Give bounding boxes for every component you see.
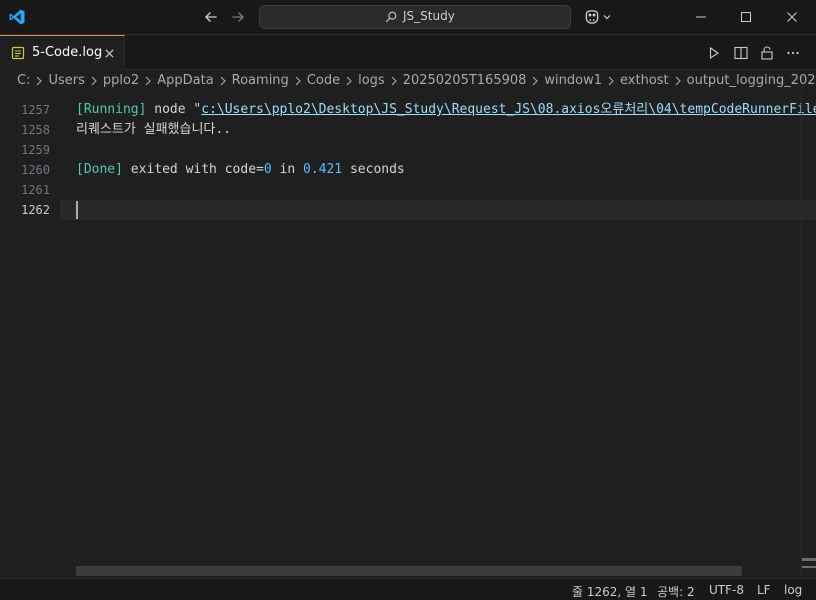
breadcrumb-item[interactable]: C: [17, 73, 30, 88]
bracket: ] [115, 162, 123, 177]
tab-5-code-log[interactable]: 5-Code.log [0, 35, 125, 70]
editor-area[interactable]: 1257 1258 1259 1260 1261 1262 [Running] … [0, 92, 816, 578]
chevron-right-icon [217, 75, 229, 87]
running-keyword: Running [83, 102, 139, 117]
chevron-right-icon [142, 75, 154, 87]
code-line-done: [Done] exited with code=0 in 0.421 secon… [76, 160, 405, 180]
breadcrumb: C: Users pplo2 AppData Roaming Code logs 202502… [0, 70, 816, 92]
chevron-right-icon [88, 75, 100, 87]
status-bar: 줄 1262, 열 1 공백: 2 UTF-8 LF log [0, 578, 816, 600]
breadcrumb-item[interactable]: window1 [544, 73, 602, 88]
maximize-icon[interactable] [738, 9, 754, 25]
bracket: [ [76, 162, 84, 177]
breadcrumb-item[interactable]: Users [48, 73, 84, 88]
node-command: node " [146, 102, 202, 117]
line-number: 1259 [21, 143, 50, 157]
line-number: 1258 [21, 123, 50, 137]
current-line-highlight [60, 200, 816, 220]
lock-icon[interactable] [759, 45, 775, 61]
close-window-icon[interactable] [784, 9, 800, 25]
chevron-right-icon [343, 75, 355, 87]
breadcrumb-item[interactable]: pplo2 [103, 73, 139, 88]
scrollbar-track[interactable] [801, 92, 802, 578]
end-of-line[interactable]: LF [757, 583, 771, 597]
breadcrumb-item[interactable]: 20250205T165908 [403, 73, 527, 88]
encoding[interactable]: UTF-8 [709, 583, 744, 597]
text-cursor [76, 201, 78, 219]
tab-bar: 5-Code.log [0, 35, 816, 70]
chevron-right-icon [292, 75, 304, 87]
bracket: [ [76, 102, 84, 117]
minimize-icon[interactable] [693, 9, 709, 25]
search-icon [384, 10, 398, 24]
line-number: 1257 [21, 103, 50, 117]
breadcrumb-item[interactable]: output_logging_20250205T165913 [687, 73, 816, 88]
line-number: 1261 [21, 183, 50, 197]
title-bar: JS_Study [0, 0, 816, 35]
chevron-right-icon [672, 75, 684, 87]
line-number: 1260 [21, 163, 50, 177]
code-line-running: [Running] node "c:\Users\pplo2\Desktop\J… [76, 100, 816, 120]
log-file-icon [11, 46, 25, 60]
seconds-label: seconds [342, 162, 405, 177]
chevron-right-icon [33, 75, 45, 87]
done-keyword: Done [83, 162, 116, 177]
breadcrumb-item[interactable]: exthost [620, 73, 669, 88]
scrollbar-marker [802, 566, 816, 568]
tab-label: 5-Code.log [32, 45, 103, 60]
split-editor-icon[interactable] [733, 45, 749, 61]
back-arrow-icon[interactable] [202, 8, 220, 26]
breadcrumb-item[interactable]: AppData [157, 73, 213, 88]
exited-text: exited with code= [122, 162, 264, 177]
copilot-icon[interactable] [583, 8, 601, 26]
language-mode[interactable]: log [784, 583, 802, 597]
breadcrumb-item[interactable]: Code [307, 73, 340, 88]
indentation[interactable]: 공백: 2 [657, 583, 695, 600]
vscode-logo-icon [8, 8, 26, 26]
chevron-right-icon [388, 75, 400, 87]
chevron-right-icon [529, 75, 541, 87]
command-center-search[interactable]: JS_Study [259, 5, 571, 29]
in-text: in [271, 162, 303, 177]
duration-value: 0.421 [303, 162, 343, 177]
forward-arrow-icon[interactable] [229, 8, 247, 26]
more-actions-icon[interactable] [785, 45, 801, 61]
close-tab-icon[interactable] [103, 47, 116, 60]
scrollbar-marker [802, 558, 816, 561]
active-line-number: 1262 [21, 203, 50, 217]
breadcrumb-item[interactable]: logs [358, 73, 385, 88]
code-line-message: 리퀘스트가 실패했습니다.. [76, 122, 232, 137]
chevron-down-icon[interactable] [602, 11, 612, 21]
exit-code: 0 [263, 162, 272, 177]
chevron-right-icon [605, 75, 617, 87]
horizontal-scrollbar[interactable] [76, 566, 742, 576]
cursor-position[interactable]: 줄 1262, 열 1 [572, 583, 648, 600]
breadcrumb-item[interactable]: Roaming [232, 73, 289, 88]
file-path-link[interactable]: c:\Users\pplo2\Desktop\JS_Study\Request_… [201, 102, 816, 117]
run-icon[interactable] [706, 45, 722, 61]
search-text: JS_Study [403, 9, 455, 23]
